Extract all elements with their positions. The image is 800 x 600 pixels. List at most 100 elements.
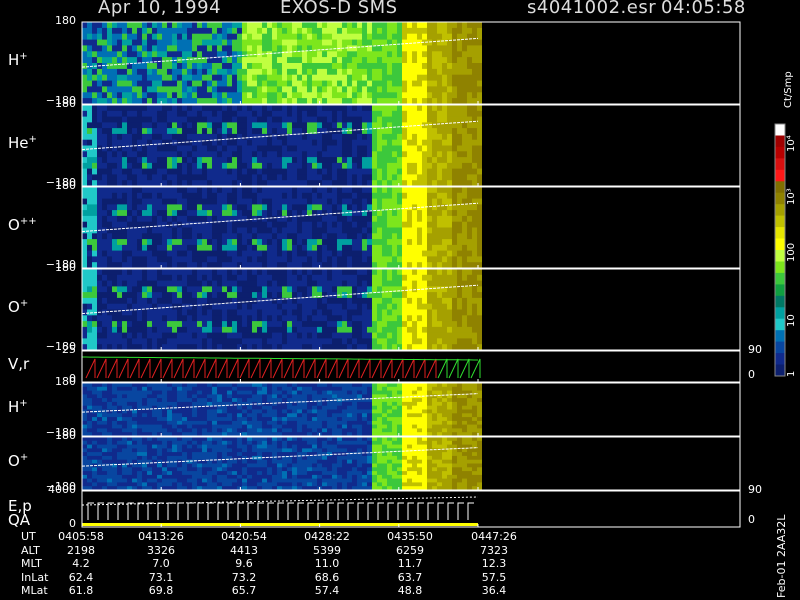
velocity-line-late — [437, 358, 481, 379]
footer-cell: 0435:50 — [387, 530, 433, 543]
footer-cell: 73.2 — [231, 570, 257, 584]
colorbar-label: 100 — [786, 242, 797, 262]
panel-label-sup: + — [19, 297, 29, 309]
panel-label-name: H — [8, 397, 20, 416]
y-tick-top: 180 — [55, 14, 76, 27]
colorbar-swatch — [775, 353, 785, 366]
y-tick-top: 4000 — [48, 483, 76, 496]
panel-label-name: V,r — [8, 354, 30, 373]
footer-cell: 48.8 — [397, 584, 423, 597]
colorbar-swatch — [775, 169, 785, 182]
colorbar-unit-label: Ct/Smp — [783, 71, 794, 108]
colorbar-swatch — [775, 318, 785, 331]
colorbar-swatch — [775, 158, 785, 171]
colorbar-label: 10³ — [786, 188, 797, 205]
footer-cell: 4.2 — [72, 557, 90, 570]
panel-frame — [81, 490, 741, 528]
panel-label-sup: + — [19, 451, 29, 463]
footer-cell: 9.6 — [235, 557, 253, 570]
colorbar-swatch — [775, 250, 785, 262]
footer-cell: 5399 — [313, 543, 341, 557]
footer-cell: 7323 — [480, 543, 508, 557]
panel-label-name: He — [8, 133, 29, 152]
colorbar-swatch — [775, 135, 785, 148]
footer-cell: 11.0 — [314, 557, 340, 570]
panel-label: O++ — [8, 216, 37, 234]
footer-cell: 7.0 — [152, 557, 170, 570]
panel-label-sup: + — [19, 397, 28, 409]
footer-cell: 63.7 — [397, 570, 423, 584]
colorbar-swatch — [775, 124, 785, 136]
colorbar-swatch — [775, 364, 785, 377]
footer-cell: 36.4 — [481, 584, 507, 597]
panel-label-name: H — [8, 51, 20, 69]
colorbar-swatch — [775, 204, 785, 217]
panel-label-name: O — [8, 451, 20, 470]
colorbar-label: 10⁴ — [786, 135, 797, 152]
colorbar-swatch — [775, 227, 785, 240]
colorbar-swatch — [775, 146, 785, 159]
colorbar-swatch — [775, 295, 785, 308]
right-tick-bottom: 0 — [748, 513, 755, 526]
footer-cell: 68.6 — [314, 570, 340, 584]
y-tick-top: 180 — [55, 261, 76, 274]
velocity-line — [85, 358, 437, 379]
footer-cell: 73.1 — [148, 570, 174, 584]
footer-row-label: MLT — [21, 557, 42, 570]
colorbar-swatch — [775, 272, 785, 285]
panel-label: O+ — [8, 452, 28, 470]
y-tick-top: 180 — [55, 179, 76, 192]
footer-row-label: InLat — [21, 570, 49, 584]
footer-cell: 11.7 — [397, 557, 423, 570]
panel-label-name: O — [8, 215, 20, 234]
footer-cell: 0420:54 — [221, 530, 267, 543]
y-tick-top: 180 — [55, 97, 76, 110]
colorbar-swatch — [775, 181, 785, 194]
footer-cell: 61.8 — [68, 584, 94, 597]
colorbar-swatch — [775, 307, 785, 320]
right-tick-bottom: 0 — [748, 368, 755, 381]
footer-side-label: Feb-01 2AA32L — [775, 514, 788, 598]
p-line — [81, 496, 479, 506]
panel-label: He+ — [8, 134, 37, 152]
footer-cell: 3326 — [147, 543, 175, 557]
colorbar-swatch — [775, 238, 785, 251]
colorbar-label: 10 — [786, 314, 797, 327]
qa-bar — [82, 523, 478, 526]
r-line — [82, 356, 478, 361]
colorbar-swatch — [775, 341, 785, 354]
right-tick-top: 90 — [748, 483, 762, 496]
panel-label-sup: ++ — [19, 215, 37, 227]
panel-label-name: O — [8, 297, 20, 316]
panel-label: O+ — [8, 298, 28, 316]
footer-cell: 0447:26 — [471, 530, 517, 543]
footer-cell: 57.4 — [314, 584, 340, 597]
footer-cell: 65.7 — [231, 584, 257, 597]
colorbar-swatch — [775, 192, 785, 205]
footer-cell: 6259 — [396, 543, 424, 557]
footer-cell: 57.5 — [481, 570, 507, 584]
panel-label: H+ — [8, 51, 28, 69]
y-tick-top: 180 — [55, 375, 76, 388]
footer-cell: 4413 — [230, 543, 258, 557]
footer-row-label: UT — [21, 530, 36, 543]
footer-cell: 62.4 — [68, 570, 94, 584]
footer-cell: 0413:26 — [138, 530, 184, 543]
y-tick-top: 25 — [62, 343, 76, 356]
colorbar-swatch — [775, 284, 785, 297]
footer-cell: 12.3 — [481, 557, 507, 570]
colorbar-swatch — [775, 215, 785, 228]
footer-row-label: MLat — [21, 584, 48, 597]
footer-cell: 0428:22 — [304, 530, 350, 543]
panel-label-sup: + — [19, 51, 28, 62]
colorbar-swatch — [775, 261, 785, 274]
panel-label: H+ — [8, 398, 28, 416]
panel-label-sup: + — [28, 133, 37, 145]
footer-row-label: ALT — [21, 543, 40, 557]
y-tick-top: 180 — [55, 429, 76, 442]
y-tick-bottom: 0 — [69, 517, 76, 530]
right-tick-top: 90 — [748, 343, 762, 356]
footer-cell: 2198 — [67, 543, 95, 557]
spectrogram-plot — [81, 21, 786, 528]
colorbar-swatch — [775, 330, 785, 343]
